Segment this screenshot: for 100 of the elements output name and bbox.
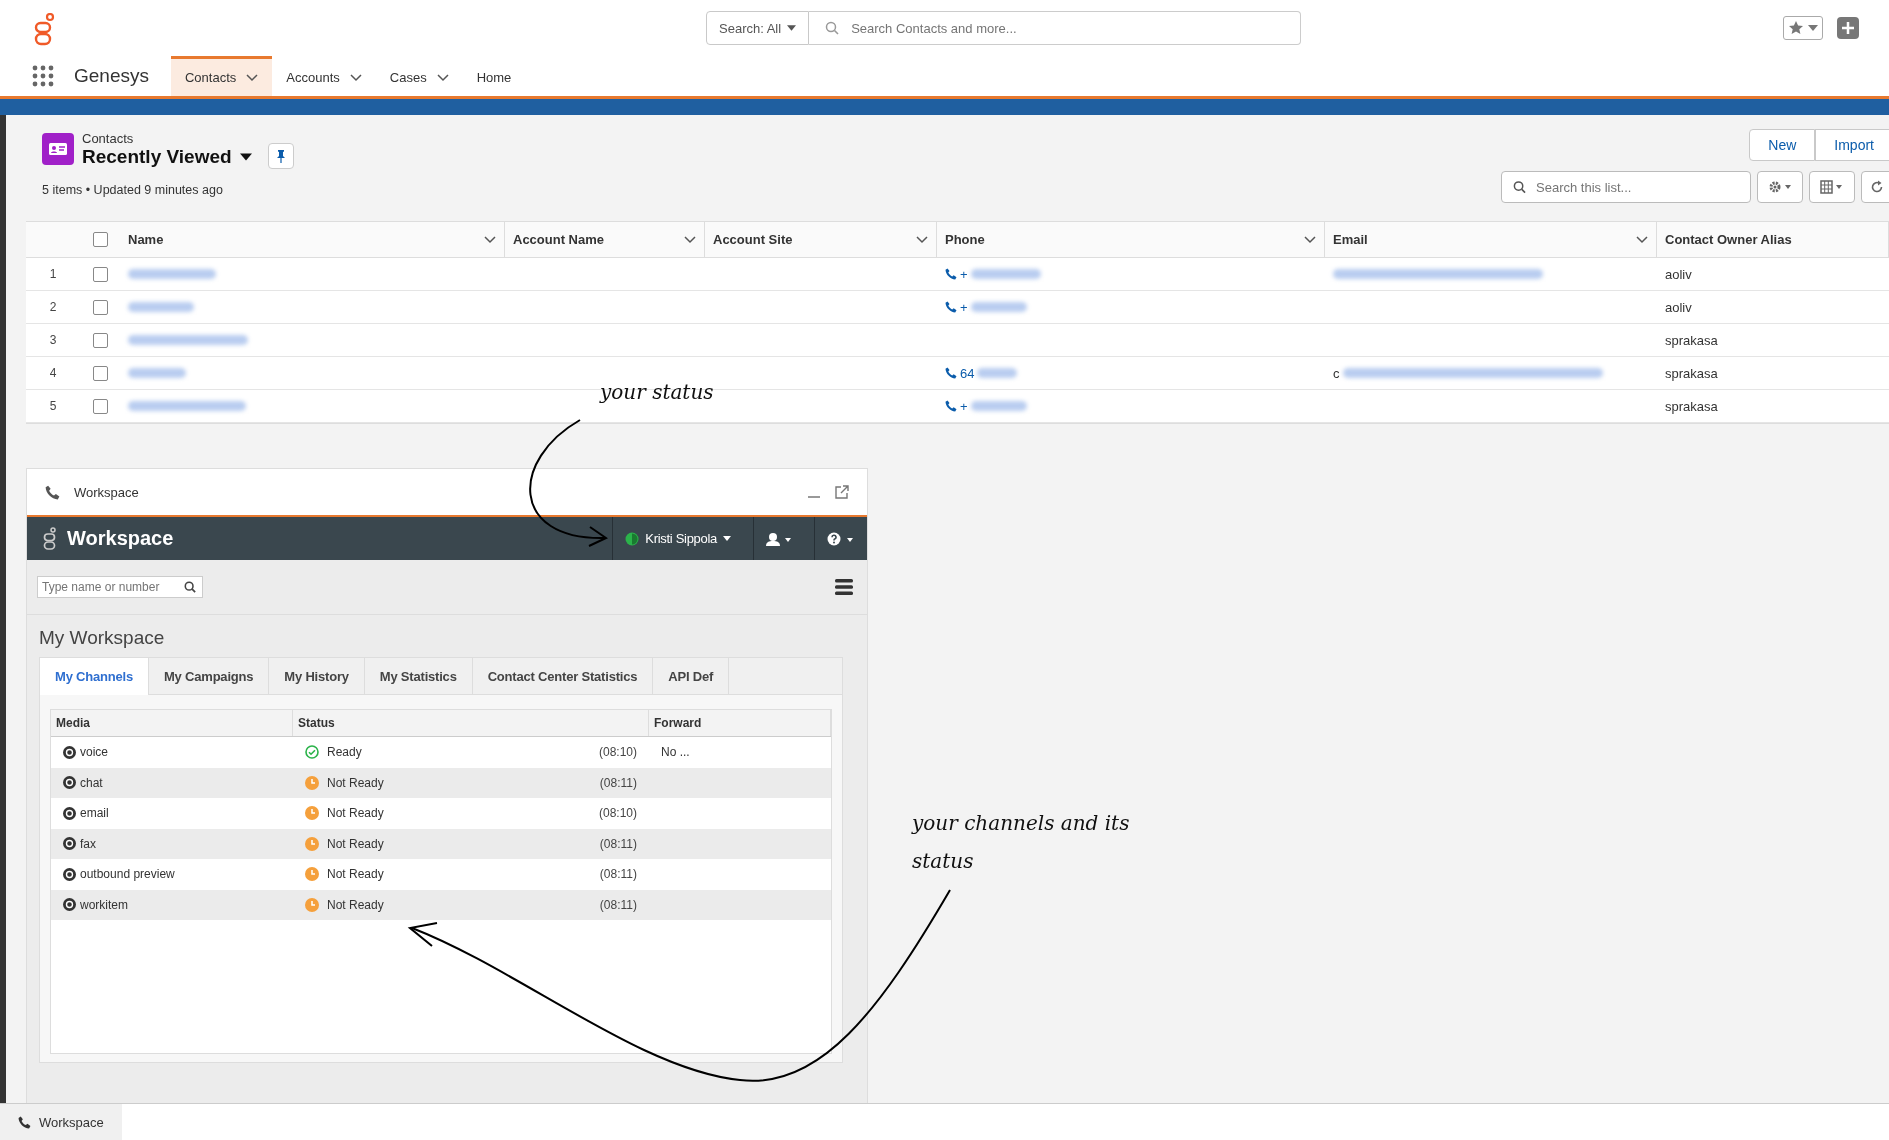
owner-alias: aoliv [1665, 299, 1692, 315]
chevron-down-icon[interactable] [1636, 235, 1648, 244]
caret-icon [239, 152, 252, 161]
display-as-button[interactable] [1809, 171, 1855, 203]
forward-value: No ... [661, 745, 690, 760]
nav-tab[interactable]: Contacts [171, 56, 273, 96]
channel-view-tab[interactable]: Contact Center Statistics [472, 658, 654, 694]
column-header[interactable]: Forward [649, 710, 831, 736]
app-name: Genesys [74, 65, 149, 87]
chevron-down-icon[interactable] [1304, 235, 1316, 244]
column-header[interactable]: Account Name [513, 232, 605, 247]
phone-icon [45, 484, 60, 500]
owner-alias: sprakasa [1665, 398, 1718, 414]
action-button[interactable]: Import [1815, 129, 1889, 161]
channel-status: Not Ready [327, 867, 384, 882]
row-number: 3 [49, 333, 57, 347]
row-checkbox[interactable] [92, 266, 108, 282]
settings-button[interactable] [1757, 171, 1803, 203]
status-time: (08:11) [599, 897, 637, 912]
row-checkbox[interactable] [92, 332, 108, 348]
object-label: Contacts [82, 130, 135, 146]
column-header[interactable]: Media [51, 710, 293, 736]
media-name: outbound preview [80, 867, 175, 882]
channel-view-tab[interactable]: My Campaigns [149, 658, 270, 694]
check-circle-icon [305, 745, 319, 760]
channel-view-tab[interactable]: My History [269, 658, 365, 694]
contact-card-icon [42, 133, 74, 165]
column-header[interactable]: Status [293, 710, 649, 736]
phone-icon[interactable] [945, 268, 957, 280]
redacted-phone [970, 401, 1027, 411]
clock-icon [305, 897, 319, 912]
channel-status: Not Ready [327, 775, 384, 790]
pop-out-icon[interactable] [835, 485, 849, 499]
row-number: 4 [49, 366, 57, 380]
channel-view-tab[interactable]: API Def [653, 658, 730, 694]
phone-icon[interactable] [945, 301, 957, 313]
caret-icon [787, 25, 797, 31]
channel-status: Not Ready [327, 897, 384, 912]
column-header[interactable]: Account Site [713, 232, 793, 247]
agent-status-menu[interactable]: Kristi Sippola [612, 517, 743, 560]
phone-icon[interactable] [945, 400, 957, 412]
list-search-field[interactable]: Search this list... [1501, 171, 1751, 203]
channel-status: Not Ready [327, 806, 384, 821]
channel-view-tab[interactable]: My Statistics [364, 658, 473, 694]
chevron-down-icon[interactable] [684, 235, 696, 244]
search-icon [1513, 180, 1526, 194]
channel-view-tab[interactable]: My Channels [40, 658, 149, 695]
app-title: Workspace [67, 527, 174, 550]
column-header[interactable]: Phone [945, 232, 985, 247]
column-header[interactable]: Name [128, 232, 164, 247]
favorites-button[interactable] [1783, 16, 1823, 40]
nav-tab[interactable]: Home [462, 56, 526, 96]
phone-text: + [960, 398, 968, 414]
global-search-field[interactable]: Search Contacts and more... [809, 11, 1302, 45]
list-view-selector[interactable]: Recently Viewed [82, 145, 252, 168]
pin-icon [275, 149, 286, 163]
annotation-text: your channels and its status [912, 810, 1131, 875]
search-icon [184, 581, 196, 593]
nav-tab[interactable]: Cases [375, 56, 463, 96]
phone-text: + [960, 266, 968, 282]
row-checkbox[interactable] [92, 299, 108, 315]
row-checkbox[interactable] [92, 398, 108, 414]
phone-text: + [960, 299, 968, 315]
app-launcher-icon[interactable] [32, 65, 54, 87]
pin-button[interactable] [267, 143, 294, 169]
media-name: voice [80, 745, 108, 760]
status-time: (08:10) [598, 745, 637, 760]
status-time: (08:10) [598, 806, 637, 821]
channel-icon [63, 776, 76, 790]
phone-icon[interactable] [945, 367, 957, 379]
owner-alias: sprakasa [1665, 365, 1718, 381]
clock-icon [305, 836, 319, 851]
search-icon [825, 21, 840, 35]
plus-icon[interactable] [1837, 17, 1859, 39]
search-scope-dropdown[interactable]: Search: All [706, 11, 810, 45]
phone-text: 64 [960, 365, 975, 381]
window-title: Workspace [74, 484, 139, 500]
star-icon [1788, 20, 1804, 36]
chevron-down-icon[interactable] [916, 235, 928, 244]
annotation-text: your status [600, 380, 714, 404]
table-caret-icon [1820, 180, 1844, 194]
refresh-button[interactable] [1861, 171, 1889, 203]
chevron-down-icon[interactable] [484, 235, 496, 244]
contact-search-field[interactable]: Type name or number [37, 576, 203, 598]
media-name: fax [80, 836, 96, 851]
workspace-taskbar-tab[interactable]: Workspace [0, 1104, 122, 1140]
action-button[interactable]: New [1749, 129, 1816, 161]
select-all-checkbox[interactable] [92, 232, 108, 247]
menu-icon[interactable] [835, 579, 853, 595]
channel-icon [63, 867, 76, 881]
list-summary: 5 items • Updated 9 minutes ago [42, 183, 224, 197]
row-number: 2 [49, 300, 57, 314]
logo-icon [34, 13, 56, 47]
channel-icon [63, 898, 76, 912]
gear-caret-icon [1768, 180, 1792, 194]
column-header[interactable]: Email [1333, 232, 1368, 247]
channel-status: Ready [327, 745, 362, 760]
nav-tab[interactable]: Accounts [272, 56, 376, 96]
column-header[interactable]: Contact Owner Alias [1665, 232, 1792, 247]
row-checkbox[interactable] [92, 365, 108, 381]
